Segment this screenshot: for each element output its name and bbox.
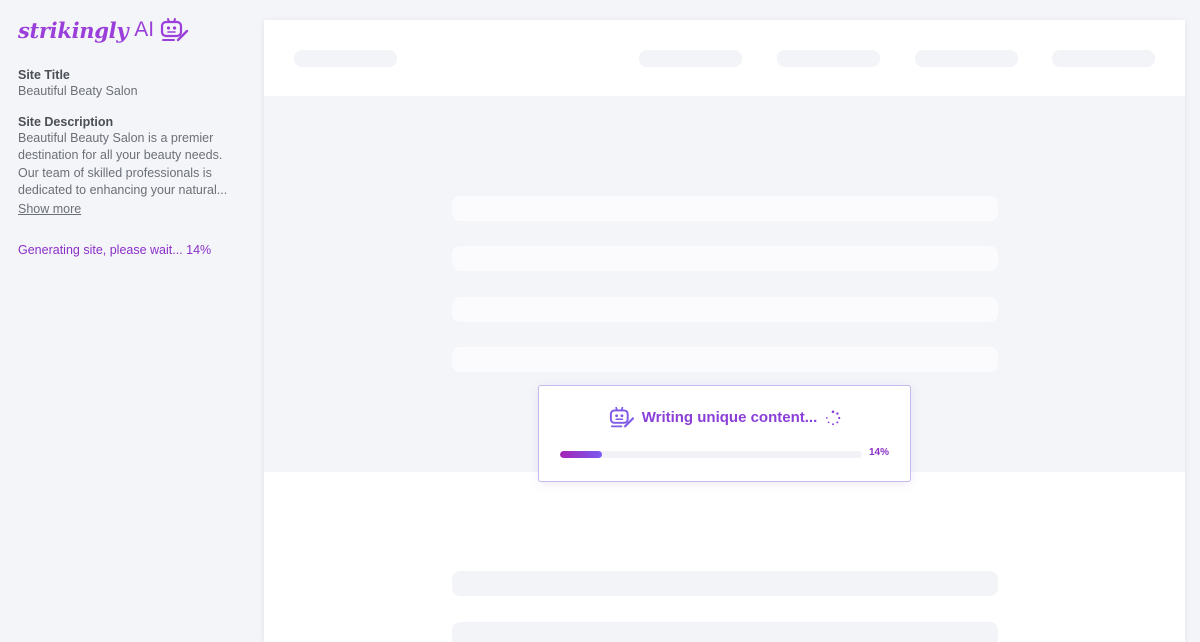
brand-logo[interactable]: strikingly AI	[18, 16, 232, 44]
robot-pencil-icon	[159, 17, 189, 43]
preview-section-placeholder	[264, 472, 1185, 642]
hero-line-placeholder	[452, 297, 998, 322]
progress-card-header: Writing unique content...	[539, 406, 910, 429]
site-preview	[264, 20, 1185, 642]
nav-item-placeholder	[777, 50, 880, 67]
sidebar: strikingly AI Site Title Beautiful Beaty…	[0, 0, 250, 642]
site-description-label: Site Description	[18, 114, 114, 129]
show-more-link[interactable]: Show more	[18, 202, 81, 216]
nav-item-placeholder	[639, 50, 742, 67]
spinner-icon	[825, 410, 841, 426]
generation-status: Generating site, please wait... 14%	[18, 242, 212, 257]
progress-card: Writing unique content... 14%	[538, 385, 911, 482]
progress-bar-track	[560, 451, 862, 458]
robot-pencil-icon	[608, 406, 635, 429]
brand-suffix: AI	[134, 18, 155, 41]
site-description-value: Beautiful Beauty Salon is a premier dest…	[18, 130, 228, 198]
nav-item-placeholder	[1052, 50, 1155, 67]
progress-percent: 14%	[869, 447, 890, 458]
section-line-placeholder	[452, 571, 998, 596]
preview-nav-placeholder	[264, 20, 1185, 96]
hero-line-placeholder	[452, 347, 998, 372]
nav-item-placeholder	[915, 50, 1018, 67]
brand-name: strikingly	[18, 17, 129, 43]
section-line-placeholder	[452, 622, 998, 642]
hero-line-placeholder	[452, 246, 998, 271]
site-title-value: Beautiful Beaty Salon	[18, 84, 138, 98]
site-title-section: Site Title Beautiful Beaty Salon	[18, 68, 232, 101]
nav-logo-placeholder	[294, 50, 397, 67]
hero-line-placeholder	[452, 196, 998, 221]
site-title-label: Site Title	[18, 68, 70, 82]
progress-title: Writing unique content...	[641, 409, 818, 426]
progress-bar-fill	[560, 451, 603, 458]
site-description-section: Site Description Beautiful Beauty Salon …	[18, 115, 232, 218]
